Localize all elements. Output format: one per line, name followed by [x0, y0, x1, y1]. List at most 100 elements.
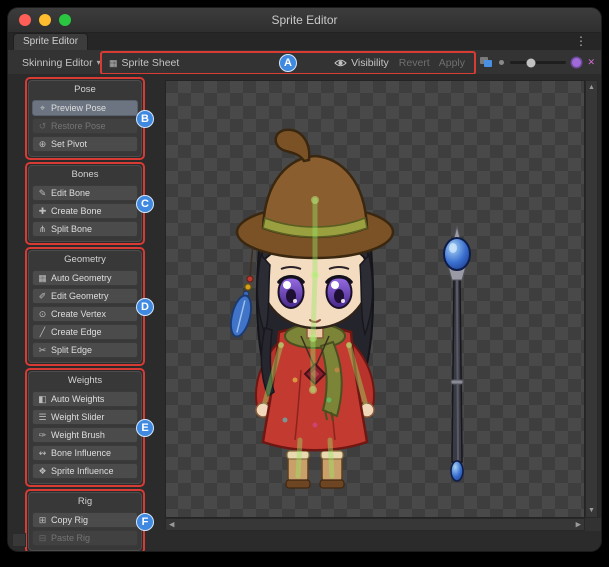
group-title-pose: Pose	[32, 83, 138, 98]
auto-weights-button[interactable]: ◧ Auto Weights	[32, 391, 138, 407]
auto-geometry-icon: ▦	[37, 273, 48, 284]
split-bone-icon: ⋔	[37, 224, 48, 235]
close-window-button[interactable]	[19, 14, 31, 26]
create-bone-button[interactable]: ✚ Create Bone	[32, 203, 138, 219]
weight-brush-button[interactable]: ✑ Weight Brush	[32, 427, 138, 443]
visibility-toggle[interactable]: Visibility	[334, 57, 389, 69]
group-title-weights: Weights	[32, 374, 138, 389]
sprite-editor-window: Sprite Editor Sprite Editor ⋮ Skinning E…	[8, 8, 601, 551]
button-label: Auto Weights	[51, 394, 104, 404]
sprite-sheet-label: Sprite Sheet	[122, 57, 180, 69]
button-label: Edit Bone	[51, 188, 90, 198]
create-vertex-icon: ⊙	[37, 309, 48, 320]
create-vertex-button[interactable]: ⊙ Create Vertex	[32, 306, 138, 322]
group-title-bones: Bones	[32, 168, 138, 183]
paste-rig-icon: ⊟	[37, 533, 48, 544]
sprite-influence-icon: ❖	[37, 466, 48, 477]
button-label: Split Bone	[51, 224, 92, 234]
group-title-geometry: Geometry	[32, 253, 138, 268]
scroll-down-icon[interactable]: ▼	[588, 507, 595, 514]
staff-sprite	[444, 226, 470, 481]
kebab-menu-icon[interactable]: ⋮	[575, 35, 587, 47]
auto-weights-icon: ◧	[37, 394, 48, 405]
geometry-group: D Geometry ▦ Auto Geometry ✐ Edit Geomet…	[28, 250, 142, 363]
button-label: Edit Geometry	[51, 291, 109, 301]
create-edge-button[interactable]: ╱ Create Edge	[32, 324, 138, 340]
set-pivot-icon: ⊕	[37, 139, 48, 150]
editor-content: B Pose ⌖ Preview Pose ↺ Restore Pose ⊕ S…	[8, 74, 601, 551]
scroll-left-icon[interactable]: ◀	[169, 521, 174, 528]
character-sprite	[227, 130, 393, 488]
close-icon[interactable]: ✕	[587, 57, 595, 68]
split-edge-icon: ✂	[37, 345, 48, 356]
traffic-lights	[8, 14, 71, 26]
window-title: Sprite Editor	[8, 13, 601, 27]
tab-strip: Sprite Editor ⋮	[8, 33, 601, 50]
apply-button[interactable]: Apply	[439, 57, 465, 69]
restore-pose-icon: ↺	[37, 121, 48, 132]
button-label: Weight Slider	[51, 412, 104, 422]
sprite-sheet-icon: ▦	[109, 58, 118, 69]
skinning-canvas[interactable]	[165, 80, 585, 518]
minimize-window-button[interactable]	[39, 14, 51, 26]
corner-grip	[12, 533, 26, 547]
pose-group: B Pose ⌖ Preview Pose ↺ Restore Pose ⊕ S…	[28, 80, 142, 157]
sprite-sheet-dropdown[interactable]: ▦ Sprite Sheet	[109, 57, 179, 69]
zoom-window-button[interactable]	[59, 14, 71, 26]
button-label: Create Edge	[51, 327, 102, 337]
zoom-slider[interactable]	[510, 61, 566, 64]
annotation-label-c: C	[136, 195, 154, 213]
create-edge-icon: ╱	[37, 327, 48, 338]
copy-rig-icon: ⊞	[37, 515, 48, 526]
annotation-label-b: B	[136, 110, 154, 128]
button-label: Bone Influence	[51, 448, 111, 458]
button-label: Preview Pose	[51, 103, 106, 113]
button-label: Split Edge	[51, 345, 92, 355]
create-bone-icon: ✚	[37, 206, 48, 217]
edit-bone-button[interactable]: ✎ Edit Bone	[32, 185, 138, 201]
zoom-slider-knob[interactable]	[526, 58, 535, 67]
annotation-label-d: D	[136, 298, 154, 316]
vertical-scrollbar[interactable]: ▲ ▼	[585, 80, 598, 518]
annotation-label-a: A	[279, 54, 297, 72]
scroll-up-icon[interactable]: ▲	[588, 84, 595, 91]
button-label: Sprite Influence	[51, 466, 114, 476]
zoom-out-dot-icon[interactable]	[499, 60, 504, 65]
button-label: Create Bone	[51, 206, 102, 216]
button-label: Auto Geometry	[51, 273, 112, 283]
skinning-toolbar: Skinning Editor ▾ ▦ Sprite Sheet Visibil…	[8, 50, 601, 76]
horizontal-scrollbar[interactable]: ◀ ▶	[165, 518, 585, 531]
zoom-in-dot-icon[interactable]	[572, 58, 581, 67]
sprite-influence-button[interactable]: ❖ Sprite Influence	[32, 463, 138, 479]
visibility-label: Visibility	[351, 57, 389, 69]
preview-pose-button[interactable]: ⌖ Preview Pose	[32, 100, 138, 116]
weight-slider-button[interactable]: ☰ Weight Slider	[32, 409, 138, 425]
editor-mode-dropdown[interactable]: Skinning Editor ▾	[22, 57, 101, 69]
overlay-toggle-icon[interactable]	[480, 57, 493, 68]
scroll-right-icon[interactable]: ▶	[576, 521, 581, 528]
button-label: Restore Pose	[51, 121, 106, 131]
scrollbar-corner	[585, 518, 601, 531]
zoom-controls: ✕	[480, 50, 595, 75]
bones-group: C Bones ✎ Edit Bone ✚ Create Bone ⋔ Spli…	[28, 165, 142, 242]
restore-pose-button[interactable]: ↺ Restore Pose	[32, 118, 138, 134]
button-label: Paste Rig	[51, 533, 90, 543]
revert-button[interactable]: Revert	[399, 57, 430, 69]
annotation-label-f: F	[136, 513, 154, 531]
split-edge-button[interactable]: ✂ Split Edge	[32, 342, 138, 358]
auto-geometry-button[interactable]: ▦ Auto Geometry	[32, 270, 138, 286]
copy-rig-button[interactable]: ⊞ Copy Rig	[32, 512, 138, 528]
split-bone-button[interactable]: ⋔ Split Bone	[32, 221, 138, 237]
paste-rig-button[interactable]: ⊟ Paste Rig	[32, 530, 138, 546]
tool-sidebar: B Pose ⌖ Preview Pose ↺ Restore Pose ⊕ S…	[8, 74, 165, 551]
edit-geometry-button[interactable]: ✐ Edit Geometry	[32, 288, 138, 304]
edit-bone-icon: ✎	[37, 188, 48, 199]
mode-label: Skinning Editor	[22, 57, 93, 69]
tab-sprite-editor[interactable]: Sprite Editor	[13, 33, 88, 50]
edit-geometry-icon: ✐	[37, 291, 48, 302]
bone-influence-button[interactable]: ↭ Bone Influence	[32, 445, 138, 461]
toolbar-annotated-region: ▦ Sprite Sheet Visibility Revert Apply A	[100, 51, 476, 75]
button-label: Copy Rig	[51, 515, 88, 525]
set-pivot-button[interactable]: ⊕ Set Pivot	[32, 136, 138, 152]
weights-group: E Weights ◧ Auto Weights ☰ Weight Slider…	[28, 371, 142, 484]
